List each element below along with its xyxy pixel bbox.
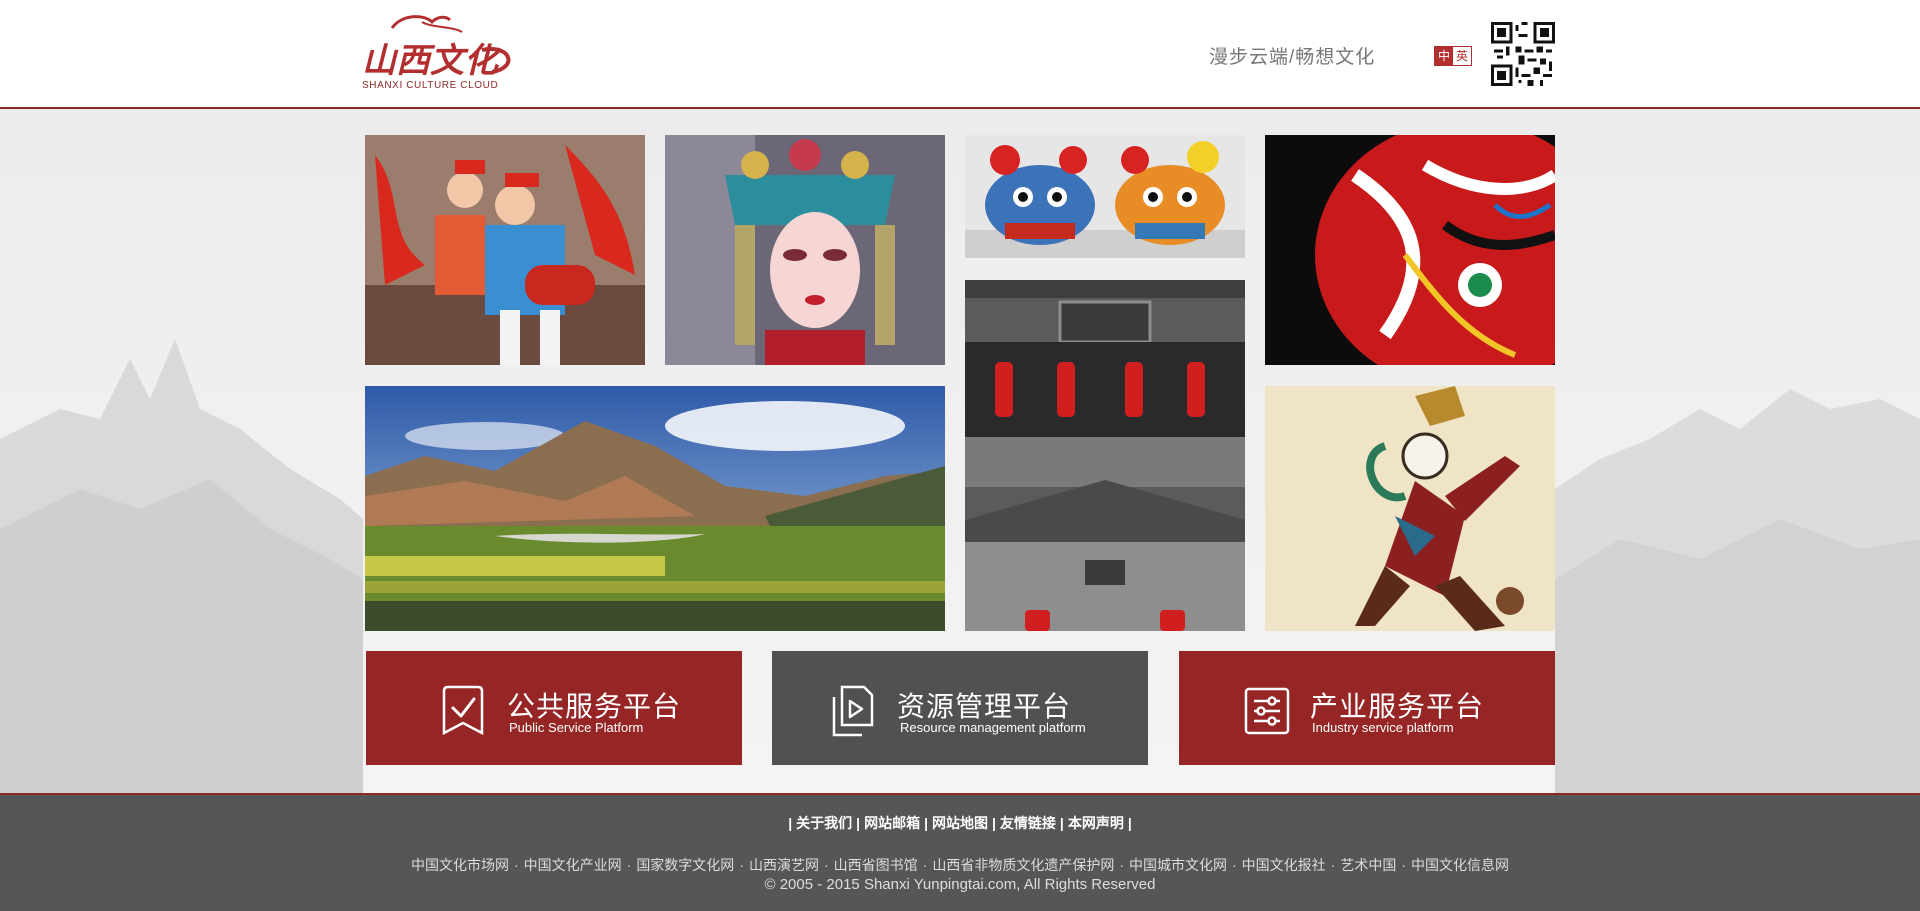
partner-link[interactable]: 中国文化信息网 (1411, 857, 1509, 873)
play-icon (830, 685, 876, 737)
partner-link[interactable]: 中国城市文化网 (1129, 857, 1227, 873)
svg-text:山西文化: 山西文化 (362, 41, 503, 80)
lang-chinese-button[interactable]: 中 (1435, 47, 1454, 65)
platform-subtitle: Resource management platform (900, 720, 1086, 735)
partner-link[interactable]: 山西省非物质文化遗产保护网 (932, 857, 1114, 873)
tile-yangko-dancers[interactable] (365, 135, 645, 365)
tile-mountain-valley[interactable] (365, 386, 945, 631)
tile-opera-actress[interactable] (665, 135, 945, 365)
footer-link-about[interactable]: 关于我们 (796, 815, 852, 831)
partner-link[interactable]: 山西省图书馆 (834, 857, 918, 873)
partner-link[interactable]: 中国文化报社 (1242, 857, 1326, 873)
platform-title: 资源管理平台 (897, 690, 1072, 723)
partner-link[interactable]: 国家数字文化网 (636, 857, 734, 873)
site-footer: | 关于我们 | 网站邮箱 | 网站地图 | 友情链接 | 本网声明 | 中国文化市场网 · 中国文化产… (0, 793, 1920, 911)
platform-title: 产业服务平台 (1310, 690, 1485, 723)
language-switch: 中 英 (1434, 46, 1473, 66)
logo-subtitle: SHANXI CULTURE CLOUD (362, 80, 499, 91)
site-header: 山西文化 SHANXI CULTURE CLOUD 漫步云端/畅想文化 中 英 (0, 0, 1920, 109)
tile-tiger-toys[interactable] (965, 135, 1245, 258)
copyright-text: © 2005 - 2015 Shanxi Yunpingtai.com, All… (764, 876, 1156, 893)
footer-link-statement[interactable]: 本网声明 (1068, 815, 1124, 831)
footer-links: | 关于我们 | 网站邮箱 | 网站地图 | 友情链接 | 本网声明 | (788, 815, 1132, 831)
checkmark-icon (440, 685, 486, 737)
partner-link[interactable]: 中国文化产业网 (524, 857, 622, 873)
partner-link[interactable]: 艺术中国 (1340, 857, 1396, 873)
footer-link-sitemap[interactable]: 网站地图 (932, 815, 988, 831)
public-service-platform-button[interactable]: 公共服务平台 Public Service Platform (366, 651, 742, 765)
sliders-icon (1244, 685, 1290, 737)
lang-english-button[interactable]: 英 (1453, 47, 1472, 65)
footer-link-email[interactable]: 网站邮箱 (864, 815, 920, 831)
tile-shadow-puppet[interactable] (1265, 386, 1555, 631)
tile-opera-mask[interactable] (1265, 135, 1555, 365)
platform-title: 公共服务平台 (507, 690, 682, 723)
resource-management-platform-button[interactable]: 资源管理平台 Resource management platform (772, 651, 1148, 765)
platform-subtitle: Public Service Platform (509, 720, 644, 735)
platform-subtitle: Industry service platform (1312, 720, 1454, 735)
partner-link[interactable]: 中国文化市场网 (411, 857, 509, 873)
site-logo[interactable]: 山西文化 SHANXI CULTURE CLOUD (362, 10, 512, 94)
industry-service-platform-button[interactable]: 产业服务平台 Industry service platform (1179, 651, 1555, 765)
partner-link[interactable]: 山西演艺网 (749, 857, 819, 873)
footer-link-friendly-links[interactable]: 友情链接 (1000, 815, 1056, 831)
partner-links: 中国文化市场网 · 中国文化产业网 · 国家数字文化网 · 山西演艺网 · 山西省图书馆 · 山西省… (410, 857, 1510, 873)
qr-code (1491, 22, 1555, 86)
site-slogan: 漫步云端/畅想文化 (1209, 47, 1376, 68)
tile-ancient-gate[interactable] (965, 280, 1245, 631)
